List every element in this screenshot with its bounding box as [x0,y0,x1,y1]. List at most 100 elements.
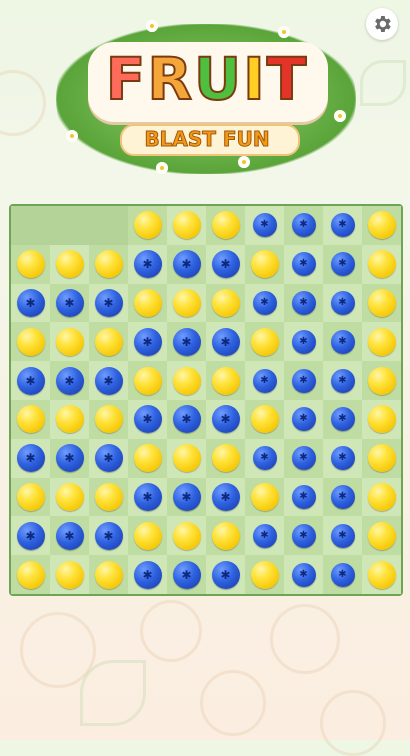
board-cell[interactable] [11,244,50,284]
board-cell[interactable] [11,477,50,517]
board-cell[interactable] [89,555,128,594]
board-cell[interactable] [128,477,167,517]
board-cell[interactable] [50,244,89,284]
board-cell[interactable] [128,438,167,478]
board-cell[interactable] [323,438,362,478]
board-cell[interactable] [362,555,401,594]
board-cell[interactable] [362,438,401,478]
board-cell[interactable] [206,516,245,556]
board-cell[interactable] [128,555,167,594]
board-cell[interactable] [11,283,50,323]
board-cell[interactable] [362,477,401,517]
board-cell[interactable] [11,322,50,362]
board-cell[interactable] [128,206,167,245]
board-cell[interactable] [167,322,206,362]
board-cell[interactable] [284,206,323,245]
board-cell[interactable] [89,438,128,478]
board-cell[interactable] [11,516,50,556]
board-cell[interactable] [323,477,362,517]
board-cell[interactable] [362,244,401,284]
board-cell[interactable] [167,206,206,245]
board-cell[interactable] [206,555,245,594]
board-cell[interactable] [89,283,128,323]
board-cell[interactable] [362,399,401,439]
settings-button[interactable] [366,8,398,40]
board-cell[interactable] [245,361,284,400]
board-cell[interactable] [128,283,167,323]
board-cell[interactable] [206,244,245,284]
board-cell[interactable] [50,477,89,517]
board-cell[interactable] [167,244,206,284]
board-cell[interactable] [284,361,323,400]
board-cell[interactable] [284,244,323,284]
board-cell[interactable] [323,283,362,323]
board-cell[interactable] [89,399,128,439]
board-cell[interactable] [323,516,362,556]
board-cell[interactable] [323,361,362,400]
board-cell[interactable] [128,361,167,400]
board-cell[interactable] [284,516,323,556]
board-cell[interactable] [50,206,89,245]
board-cell[interactable] [50,322,89,362]
board-cell[interactable] [11,438,50,478]
board-cell[interactable] [245,477,284,517]
board-cell[interactable] [245,555,284,594]
board-cell[interactable] [167,477,206,517]
board-cell[interactable] [206,399,245,439]
board-cell[interactable] [284,477,323,517]
board-cell[interactable] [50,283,89,323]
board-cell[interactable] [206,322,245,362]
board-cell[interactable] [323,399,362,439]
board-cell[interactable] [284,322,323,362]
board-cell[interactable] [167,361,206,400]
board-cell[interactable] [245,516,284,556]
board-cell[interactable] [11,399,50,439]
board-cell[interactable] [128,399,167,439]
board-cell[interactable] [11,206,50,245]
board-cell[interactable] [245,322,284,362]
board-cell[interactable] [362,283,401,323]
board-cell[interactable] [245,399,284,439]
board-cell[interactable] [362,206,401,245]
board-cell[interactable] [362,516,401,556]
board-cell[interactable] [50,438,89,478]
board-cell[interactable] [89,516,128,556]
board-cell[interactable] [89,361,128,400]
board-cell[interactable] [50,399,89,439]
board-cell[interactable] [50,555,89,594]
board-cell[interactable] [128,322,167,362]
board-cell[interactable] [284,438,323,478]
board-cell[interactable] [50,361,89,400]
board-cell[interactable] [284,555,323,594]
board-cell[interactable] [89,322,128,362]
board-cell[interactable] [167,555,206,594]
board-cell[interactable] [206,361,245,400]
board-cell[interactable] [206,438,245,478]
board-cell[interactable] [245,438,284,478]
board-cell[interactable] [89,477,128,517]
board-cell[interactable] [245,283,284,323]
board-cell[interactable] [323,322,362,362]
board-cell[interactable] [167,516,206,556]
board-cell[interactable] [89,206,128,245]
board-cell[interactable] [167,283,206,323]
board-cell[interactable] [11,555,50,594]
board-cell[interactable] [284,283,323,323]
board-cell[interactable] [362,361,401,400]
board-cell[interactable] [167,438,206,478]
board-cell[interactable] [245,244,284,284]
board-cell[interactable] [245,206,284,245]
board-cell[interactable] [206,206,245,245]
board-cell[interactable] [128,244,167,284]
board-cell[interactable] [323,555,362,594]
board-cell[interactable] [362,322,401,362]
board-cell[interactable] [89,244,128,284]
board-cell[interactable] [50,516,89,556]
board-cell[interactable] [323,206,362,245]
board-cell[interactable] [11,361,50,400]
board-cell[interactable] [167,399,206,439]
board-cell[interactable] [323,244,362,284]
board-cell[interactable] [206,477,245,517]
board-cell[interactable] [284,399,323,439]
board-cell[interactable] [206,283,245,323]
